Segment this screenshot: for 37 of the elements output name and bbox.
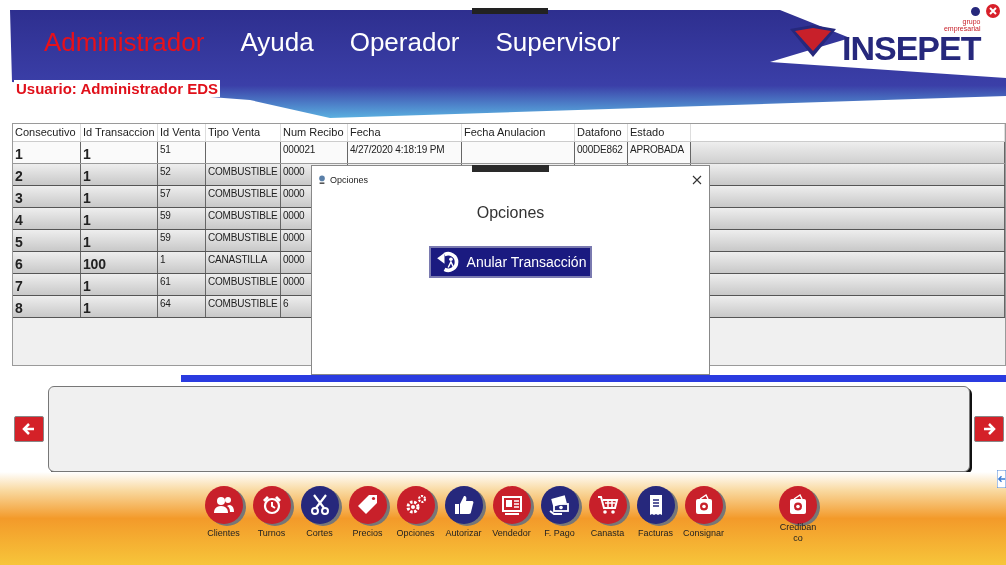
dialog-heading: Opciones: [476, 204, 545, 222]
table-cell: 4: [13, 208, 81, 229]
table-cell: 59: [158, 230, 206, 251]
table-cell: COMBUSTIBLE: [206, 186, 281, 207]
table-cell: 3: [13, 186, 81, 207]
table-cell: 59: [158, 208, 206, 229]
table-cell: COMBUSTIBLE: [206, 296, 281, 317]
user-label: Usuario: Administrador EDS: [14, 80, 220, 97]
table-cell: 000021: [281, 142, 348, 163]
table-cell: COMBUSTIBLE: [206, 274, 281, 295]
table-cell: 1: [158, 252, 206, 273]
table-cell: 1: [81, 164, 158, 185]
table-cell: 57: [158, 186, 206, 207]
table-cell: COMBUSTIBLE: [206, 208, 281, 229]
table-cell: 52: [158, 164, 206, 185]
table-cell: 4/27/2020 4:18:19 PM: [348, 142, 462, 163]
table-cell: COMBUSTIBLE: [206, 164, 281, 185]
logo-name: INSEPET: [842, 32, 981, 64]
table-cell: 100: [81, 252, 158, 273]
table-cell: 1: [13, 142, 81, 163]
table-cell: 1: [81, 208, 158, 229]
table-cell: 61: [158, 274, 206, 295]
table-cell: 1: [81, 230, 158, 251]
table-cell: 2: [13, 164, 81, 185]
table-cell: 1: [81, 186, 158, 207]
table-cell: 1: [81, 274, 158, 295]
table-cell: 51: [158, 142, 206, 163]
table-cell: 1: [81, 142, 158, 163]
table-cell: COMBUSTIBLE: [206, 230, 281, 251]
table-cell: CANASTILLA: [206, 252, 281, 273]
table-cell: 7: [13, 274, 81, 295]
table-cell: 6: [13, 252, 81, 273]
table-cell: 000DE862: [575, 142, 628, 163]
table-cell: 1: [81, 296, 158, 317]
table-cell: 64: [158, 296, 206, 317]
table-cell: 5: [13, 230, 81, 251]
table-cell: 8: [13, 296, 81, 317]
